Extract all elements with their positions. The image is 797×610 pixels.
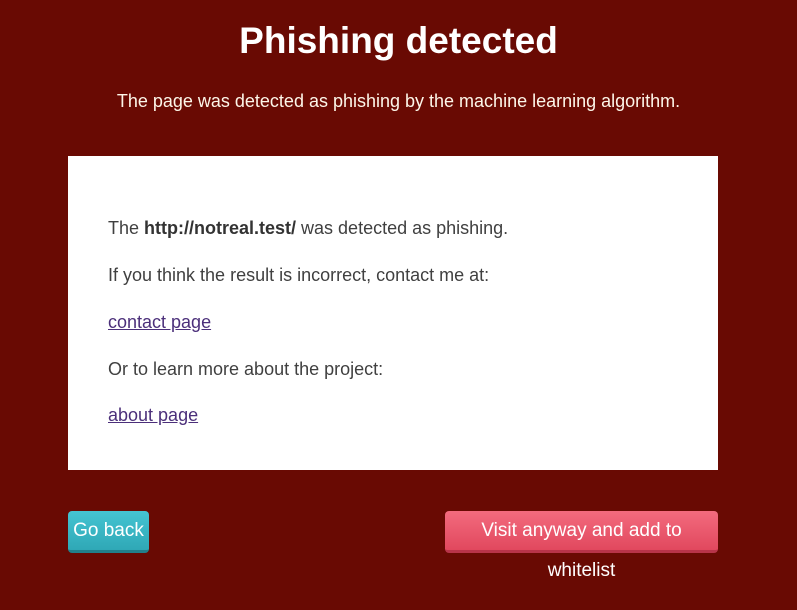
page-title: Phishing detected [239, 20, 558, 61]
about-page-link[interactable]: about page [108, 405, 198, 425]
phishing-warning-page: Phishing detected The page was detected … [0, 0, 797, 610]
contact-prompt: If you think the result is incorrect, co… [108, 265, 490, 285]
about-prompt: Or to learn more about the project: [108, 359, 384, 379]
contact-link-row: contact page [108, 311, 211, 333]
detection-suffix: was detected as phishing. [296, 218, 509, 238]
detection-message: The http://notreal.test/ was detected as… [108, 217, 508, 239]
details-card: The http://notreal.test/ was detected as… [68, 156, 718, 470]
about-link-row: about page [108, 404, 198, 426]
contact-page-link[interactable]: contact page [108, 312, 211, 332]
page-subtitle: The page was detected as phishing by the… [116, 91, 681, 111]
visit-anyway-button[interactable]: Visit anyway and add to whitelist [445, 511, 718, 581]
detection-prefix: The [108, 218, 145, 238]
detected-url: http://notreal.test/ [144, 218, 297, 238]
go-back-button[interactable]: Go back [68, 511, 149, 553]
